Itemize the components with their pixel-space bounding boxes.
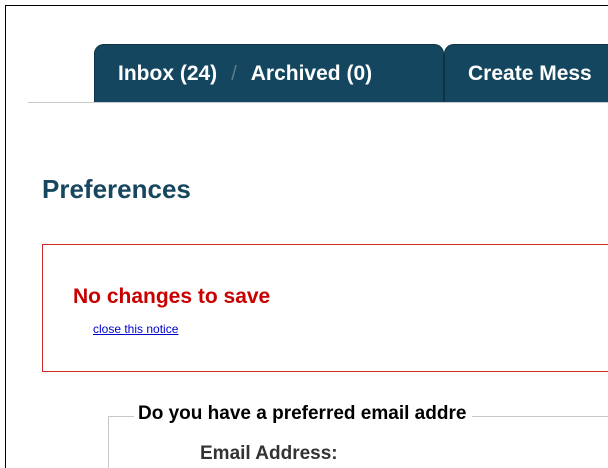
tab-inbox[interactable]: Inbox (24) <box>118 62 217 85</box>
email-address-label: Email Address: <box>200 443 338 464</box>
tab-create-message[interactable]: Create Mess <box>444 44 608 103</box>
close-notice-link[interactable]: close this notice <box>93 322 178 336</box>
tab-group-inbox-archived: Inbox (24) / Archived (0) <box>94 44 444 103</box>
notice-message: No changes to save <box>73 285 271 308</box>
tab-create-message-label: Create Mess <box>468 62 592 85</box>
tab-archived[interactable]: Archived (0) <box>251 62 372 85</box>
page-title: Preferences <box>42 174 191 204</box>
fieldset-legend: Do you have a preferred email addre <box>134 403 473 425</box>
tab-separator: / <box>231 63 237 85</box>
tabbar-divider <box>28 102 608 103</box>
message-tabs: Inbox (24) / Archived (0) Create Mess <box>6 6 608 108</box>
notice-box: No changes to save close this notice <box>42 244 608 372</box>
page-frame: Inbox (24) / Archived (0) Create Mess Pref… <box>5 5 608 468</box>
